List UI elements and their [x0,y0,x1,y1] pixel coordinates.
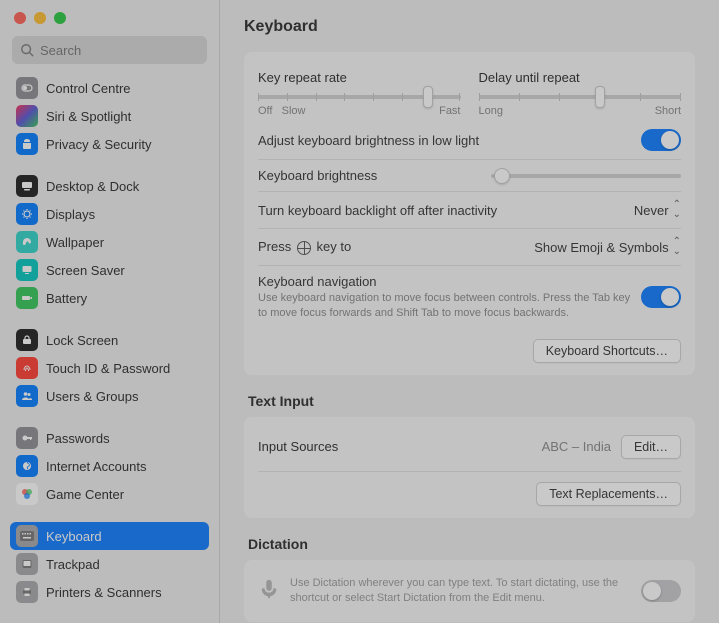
siri-icon [16,105,38,127]
wallpaper-icon [16,231,38,253]
sidebar-item-keyboard[interactable]: Keyboard [10,522,209,550]
sidebar-item-printers-scanners[interactable]: Printers & Scanners [10,578,209,606]
touch-id-icon [16,357,38,379]
row-keyboard-navigation: Keyboard navigation Use keyboard navigat… [258,265,681,329]
dictation-description: Use Dictation wherever you can type text… [290,576,641,607]
row-press-globe: Press key to Show Emoji & Symbols ⌃⌄ [258,228,681,265]
content-pane: Keyboard Key repeat rate Off Slow Fast D… [220,0,719,623]
passwords-icon [16,427,38,449]
close-window-button[interactable] [14,12,26,24]
microphone-icon [258,578,280,600]
sidebar-item-label: Wallpaper [46,235,104,250]
users-groups-icon [16,385,38,407]
delay-until-repeat-col: Delay until repeat Long Short [479,70,682,117]
sidebar-item-label: Desktop & Dock [46,179,139,194]
text-input-group: Input Sources ABC – India Edit… Text Rep… [244,417,695,518]
chevron-updown-icon: ⌃⌄ [673,237,681,257]
screen-saver-icon [16,259,38,281]
search-box [12,36,207,64]
input-sources-value: ABC – India [542,439,611,454]
dictation-heading: Dictation [248,536,691,552]
minimize-window-button[interactable] [34,12,46,24]
sidebar-item-lock-screen[interactable]: Lock Screen [10,326,209,354]
printers-scanners-icon [16,581,38,603]
search-input[interactable] [12,36,207,64]
sidebar-item-label: Game Center [46,487,124,502]
press-globe-select[interactable]: Show Emoji & Symbols ⌃⌄ [534,237,681,257]
sidebar-item-passwords[interactable]: Passwords [10,424,209,452]
sidebar-item-wallpaper[interactable]: Wallpaper [10,228,209,256]
displays-icon [16,203,38,225]
backlight-off-select[interactable]: Never ⌃⌄ [634,200,681,220]
row-brightness: Keyboard brightness [258,159,681,191]
chevron-updown-icon: ⌃⌄ [673,200,681,220]
sidebar-item-label: Battery [46,291,87,306]
sidebar-item-trackpad[interactable]: Trackpad [10,550,209,578]
keyboard-settings-group: Key repeat rate Off Slow Fast Delay unti… [244,52,695,375]
row-input-sources: Input Sources ABC – India Edit… [258,429,681,465]
sidebar-item-touch-id[interactable]: Touch ID & Password [10,354,209,382]
sidebar-item-label: Touch ID & Password [46,361,170,376]
sidebar-item-label: Displays [46,207,95,222]
text-input-heading: Text Input [248,393,691,409]
keyboard-navigation-toggle[interactable] [641,286,681,308]
sidebar-item-label: Privacy & Security [46,137,151,152]
battery-icon [16,287,38,309]
desktop-dock-icon [16,175,38,197]
key-repeat-rate-col: Key repeat rate Off Slow Fast [258,70,461,117]
sidebar-item-displays[interactable]: Displays [10,200,209,228]
lock-screen-icon [16,329,38,351]
sidebar-item-label: Lock Screen [46,333,118,348]
dictation-toggle[interactable] [641,580,681,602]
fullscreen-window-button[interactable] [54,12,66,24]
privacy-icon [16,133,38,155]
sidebar-item-game-center[interactable]: Game Center [10,480,209,508]
window-controls [0,8,219,36]
internet-accounts-icon [16,455,38,477]
sidebar-item-internet-accounts[interactable]: Internet Accounts [10,452,209,480]
trackpad-icon [16,553,38,575]
sidebar-item-control-centre[interactable]: Control Centre [10,74,209,102]
brightness-auto-toggle[interactable] [641,129,681,151]
sidebar-item-screen-saver[interactable]: Screen Saver [10,256,209,284]
dictation-group: Use Dictation wherever you can type text… [244,560,695,623]
sidebar-item-desktop-dock[interactable]: Desktop & Dock [10,172,209,200]
control-centre-icon [16,77,38,99]
sidebar-item-siri-spotlight[interactable]: Siri & Spotlight [10,102,209,130]
repeat-sliders-row: Key repeat rate Off Slow Fast Delay unti… [258,64,681,121]
text-replacements-button[interactable]: Text Replacements… [536,482,681,506]
sidebar-list: Control Centre Siri & Spotlight Privacy … [0,74,219,623]
sidebar-item-label: Internet Accounts [46,459,146,474]
keyboard-shortcuts-button[interactable]: Keyboard Shortcuts… [533,339,681,363]
key-repeat-rate-label: Key repeat rate [258,70,461,85]
sidebar-item-label: Screen Saver [46,263,125,278]
game-center-icon [16,483,38,505]
row-brightness-auto: Adjust keyboard brightness in low light [258,121,681,159]
globe-icon [297,241,311,255]
page-title: Keyboard [244,18,695,36]
sidebar-item-label: Control Centre [46,81,131,96]
sidebar-item-label: Passwords [46,431,110,446]
row-backlight-off: Turn keyboard backlight off after inacti… [258,191,681,228]
key-repeat-rate-slider[interactable] [258,95,461,99]
search-icon [20,43,34,57]
sidebar-item-label: Printers & Scanners [46,585,162,600]
keyboard-brightness-slider[interactable] [491,174,681,178]
delay-until-repeat-label: Delay until repeat [479,70,682,85]
keyboard-icon [16,525,38,547]
sidebar-item-label: Users & Groups [46,389,138,404]
sidebar-item-battery[interactable]: Battery [10,284,209,312]
sidebar-item-users-groups[interactable]: Users & Groups [10,382,209,410]
input-sources-edit-button[interactable]: Edit… [621,435,681,459]
delay-until-repeat-slider[interactable] [479,95,682,99]
sidebar-item-label: Keyboard [46,529,102,544]
sidebar: Control Centre Siri & Spotlight Privacy … [0,0,220,623]
sidebar-item-label: Siri & Spotlight [46,109,131,124]
sidebar-item-privacy-security[interactable]: Privacy & Security [10,130,209,158]
sidebar-item-label: Trackpad [46,557,100,572]
